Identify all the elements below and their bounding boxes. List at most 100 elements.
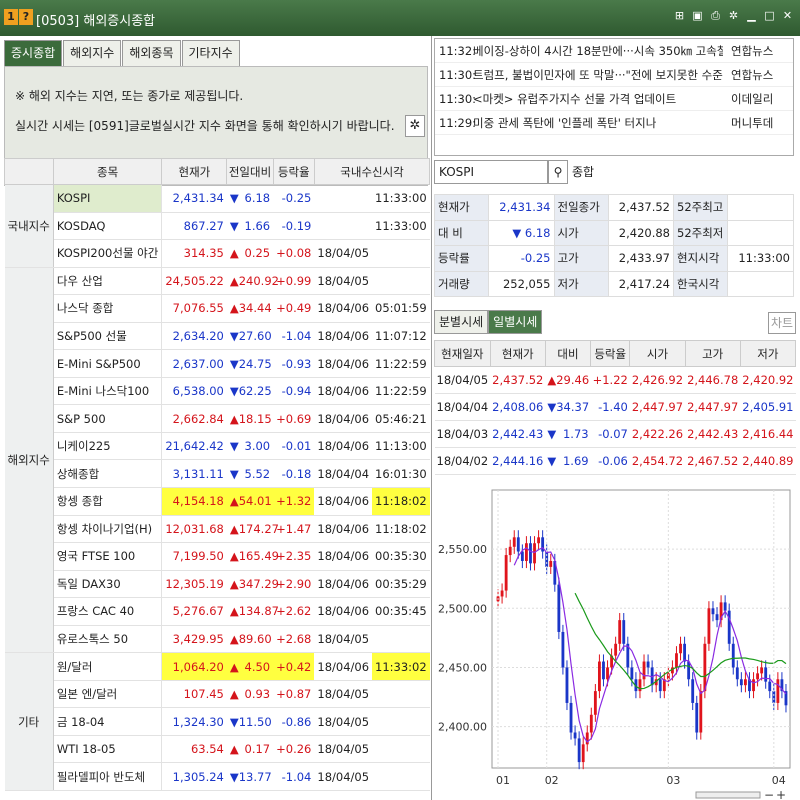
row-pct: -1.04: [273, 322, 315, 351]
row-pct: -0.94: [273, 377, 315, 406]
row-change-value: 24.75: [238, 356, 272, 371]
candle-body: [675, 653, 678, 668]
tab-foreign-stock[interactable]: 해외종목: [122, 40, 181, 66]
row-price: 1,324.30: [161, 707, 227, 736]
news-item[interactable]: 11:29: 미중 관세 폭탄에 '인플레 폭탄' 터지나 머니투데: [435, 111, 793, 135]
screen-number-icon[interactable]: 1: [4, 9, 18, 25]
quote-row: 등락률 -0.25 고가 2,433.97 현지시각 11:33:00: [434, 245, 794, 272]
link-icon[interactable]: ⊞: [673, 9, 686, 23]
row-change-value: 34.44: [238, 301, 272, 316]
close-icon[interactable]: ✕: [781, 9, 794, 23]
maximize-icon[interactable]: □: [763, 9, 776, 23]
candle-body: [500, 590, 504, 597]
col-pct: 등락율: [272, 158, 315, 185]
candle-body: [606, 667, 609, 680]
candle-body: [565, 667, 569, 703]
quote-label: 고가: [553, 245, 609, 272]
settings-icon[interactable]: ✲: [727, 9, 740, 23]
minimize-icon[interactable]: ▁: [745, 9, 758, 23]
down-arrow-icon: ▼: [229, 439, 239, 454]
news-item[interactable]: 11:30: 트럼프, 불법이민자에 또 막말···"전에 보지못한 수준으 연합뉴…: [435, 63, 793, 87]
table-row[interactable]: 프랑스 CAC 40 5,276.67 ▲ 134.87 +2.62 18/04/06 00…: [5, 597, 430, 626]
tab-foreign-index[interactable]: 해외지수: [63, 40, 122, 66]
table-row[interactable]: 필라델피아 반도체 1,305.24 ▼ 13.77 -1.04 18/04/05: [5, 762, 430, 792]
news-item[interactable]: 11:32: 베이징-상하이 4시간 18분만에···시속 350㎞ 고속철 푸연…: [435, 39, 793, 63]
table-row[interactable]: 유로스톡스 50 3,429.95 ▲ 89.60 +2.68 18/04/05: [5, 625, 430, 654]
tab-market-summary[interactable]: 증시종합: [4, 40, 63, 66]
table-row[interactable]: KOSDAQ 867.27 ▼ 1.66 -0.19 11:33:00: [5, 212, 430, 241]
table-row[interactable]: WTI 18-05 63.54 ▲ 0.17 +0.26 18/04/05: [5, 735, 430, 764]
candle-body: [537, 537, 541, 544]
table-row[interactable]: 해외지수 다우 산업 24,505.22 ▲ 240.92 +0.99 18/04/05: [4, 267, 430, 654]
table-row[interactable]: 니케이225 21,642.42 ▼ 3.00 -0.01 18/04/06 11:13:0…: [5, 432, 430, 461]
zoom-out-icon[interactable]: −: [764, 788, 774, 800]
table-row[interactable]: 18/04/05 2,437.52 ▲ 29.46 +1.22 2,426.92 2,446…: [434, 366, 796, 394]
candle-body: [731, 643, 735, 668]
table-row[interactable]: E-Mini 나스닥100 6,538.00 ▼ 62.25 -0.94 18/04/06…: [5, 377, 430, 406]
row-pct: -1.04: [273, 762, 315, 792]
candle-body: [589, 714, 593, 733]
row-pct: -0.93: [273, 349, 315, 378]
row-change: ▼ 6.18: [226, 184, 274, 213]
candle-body: [520, 551, 524, 561]
row-change-value: 347.29: [238, 576, 279, 591]
row-name: S&P 500: [53, 404, 163, 433]
table-row[interactable]: 나스닥 종합 7,076.55 ▲ 34.44 +0.49 18/04/06 05:01:5…: [5, 294, 430, 323]
row-change: ▲ 134.87: [226, 597, 279, 626]
symbol-search-input[interactable]: KOSPI: [434, 160, 548, 184]
table-row[interactable]: 18/04/02 2,444.16 ▼ 1.69 -0.06 2,454.72 2,467.…: [434, 447, 796, 475]
table-row[interactable]: 국내지수 KOSPI 2,431.34 ▼ 6.18 -0.25 11:33:00: [4, 184, 430, 268]
quote-value: ▼ 6.18: [488, 219, 555, 246]
print-icon[interactable]: ⎙: [709, 9, 722, 23]
table-row[interactable]: 항셍 차이나기업(H) 12,031.68 ▲ 174.27 +1.47 18/04/06…: [5, 515, 430, 544]
candlestick-chart[interactable]: 2,550.00 2,500.00 2,450.00 2,400.00 01 02 03 04…: [434, 482, 796, 800]
table-row[interactable]: 금 18-04 1,324.30 ▼ 11.50 -0.86 18/04/05: [5, 707, 430, 736]
row-pct: +1.32: [273, 487, 315, 516]
row-high: 2,467.52: [685, 447, 741, 475]
row-change: ▲ 240.92: [226, 267, 279, 296]
table-row[interactable]: 18/04/03 2,442.43 ▼ 1.73 -0.07 2,422.26 2,442.…: [434, 420, 796, 448]
help-icon[interactable]: ?: [19, 9, 33, 25]
chart-scrollbar[interactable]: [695, 791, 761, 799]
tab-daily[interactable]: 일별시세: [488, 310, 543, 334]
row-pct: +0.69: [273, 404, 315, 433]
table-row[interactable]: S&P 500 2,662.84 ▲ 18.15 +0.69 18/04/06 05:46:…: [5, 404, 430, 433]
x-tick-label: 01: [496, 774, 510, 787]
candle-body: [739, 679, 743, 686]
settings-gear-icon[interactable]: ✲: [405, 115, 425, 137]
table-row[interactable]: 영국 FTSE 100 7,199.50 ▲ 165.49 +2.35 18/04/06 0…: [5, 542, 430, 571]
table-row[interactable]: 18/04/04 2,408.06 ▼ 34.37 -1.40 2,447.97 2,447…: [434, 393, 796, 421]
row-change: ▲ 34.44: [226, 294, 274, 323]
row-pct: +2.62: [273, 597, 315, 626]
daily-table: 현재일자 현재가 대비 등락율 시가 고가 저가 18/04/05 2,437.5…: [434, 340, 797, 475]
search-icon[interactable]: ⚲: [548, 160, 568, 184]
candle-body: [630, 667, 634, 680]
zoom-in-icon[interactable]: +: [776, 788, 786, 800]
save-icon[interactable]: ▣: [691, 9, 704, 23]
tab-other-index[interactable]: 기타지수: [181, 40, 240, 66]
table-row[interactable]: 항셍 종합 4,154.18 ▲ 54.01 +1.32 18/04/06 11:18:02: [5, 487, 430, 516]
x-tick-label: 03: [666, 774, 680, 787]
table-row[interactable]: 상해종합 3,131.11 ▼ 5.52 -0.18 18/04/04 16:01:30: [5, 459, 430, 489]
chart-button[interactable]: 차트: [768, 312, 796, 334]
table-row[interactable]: E-Mini S&P500 2,637.00 ▼ 24.75 -0.93 18/04/06…: [5, 349, 430, 378]
up-arrow-icon: ▲: [229, 632, 239, 647]
row-date: [314, 184, 373, 213]
candle-body: [760, 667, 764, 674]
candle-body: [723, 602, 727, 611]
table-row[interactable]: 기타 원/달러 1,064.20 ▲ 4.50 +0.42 18/04/06 11:33:02: [4, 652, 430, 792]
news-item[interactable]: 11:30: <마켓> 유럽주가지수 선물 가격 업데이트 이데일리: [435, 87, 793, 111]
table-row[interactable]: 일본 엔/달러 107.45 ▲ 0.93 +0.87 18/04/05: [5, 680, 430, 709]
col-low: 저가: [739, 340, 797, 367]
y-tick-label: 2,450.00: [438, 661, 487, 674]
table-row[interactable]: 독일 DAX30 12,305.19 ▲ 347.29 +2.90 18/04/06 00:…: [5, 570, 430, 599]
table-row[interactable]: S&P500 선물 2,634.20 ▼ 27.60 -1.04 18/04/06 11:0…: [5, 322, 430, 351]
row-date: 18/04/05: [314, 762, 373, 792]
candle-body: [711, 608, 715, 615]
table-row[interactable]: KOSPI200선물 야간 314.35 ▲ 0.25 +0.08 18/04/05: [5, 239, 430, 268]
row-time: 11:33:02: [372, 652, 430, 681]
quote-row: 거래량 252,055 저가 2,417.24 한국시각: [434, 270, 794, 297]
tab-minute[interactable]: 분별시세: [434, 310, 489, 334]
row-date: 18/04/05: [314, 735, 373, 764]
row-price: 2,437.52: [490, 366, 546, 394]
